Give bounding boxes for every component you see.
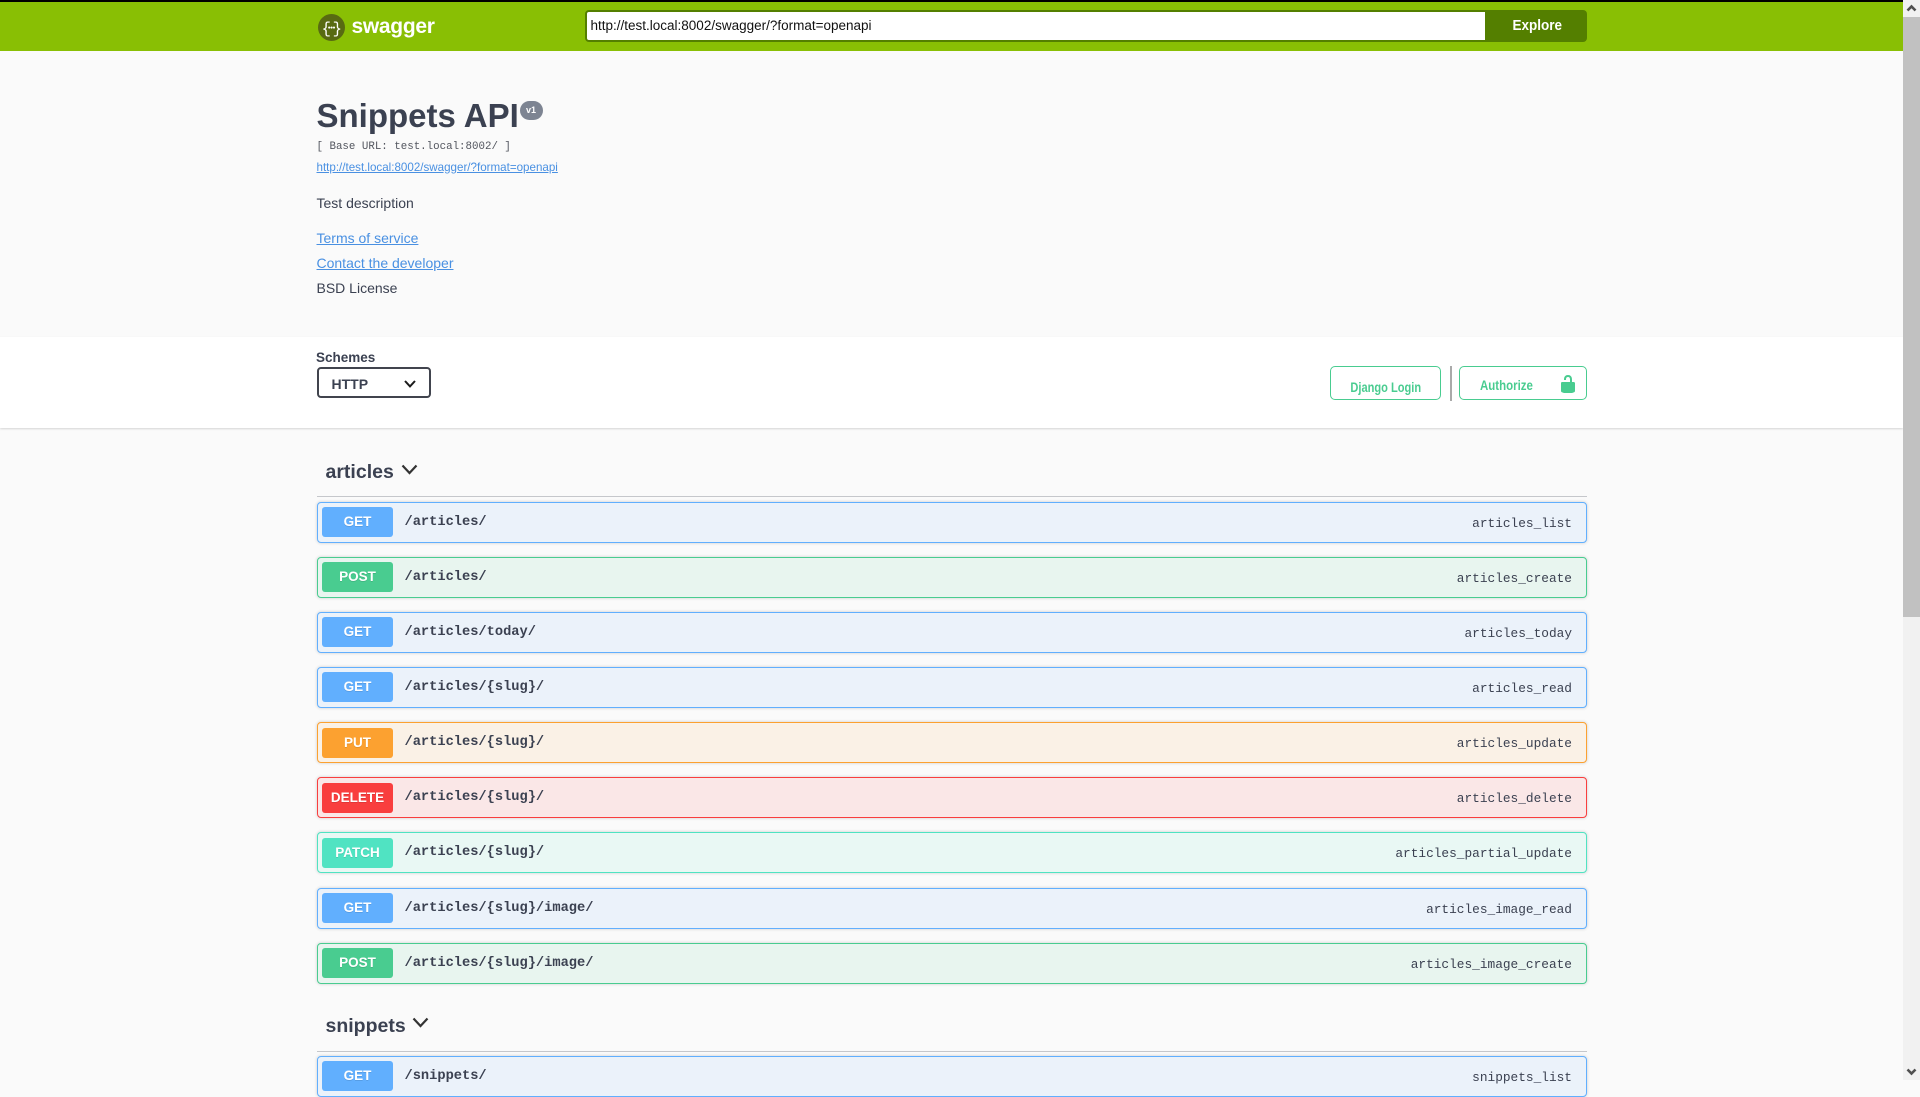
svg-text:}: } [332,19,341,37]
svg-text:{: { [321,19,330,37]
